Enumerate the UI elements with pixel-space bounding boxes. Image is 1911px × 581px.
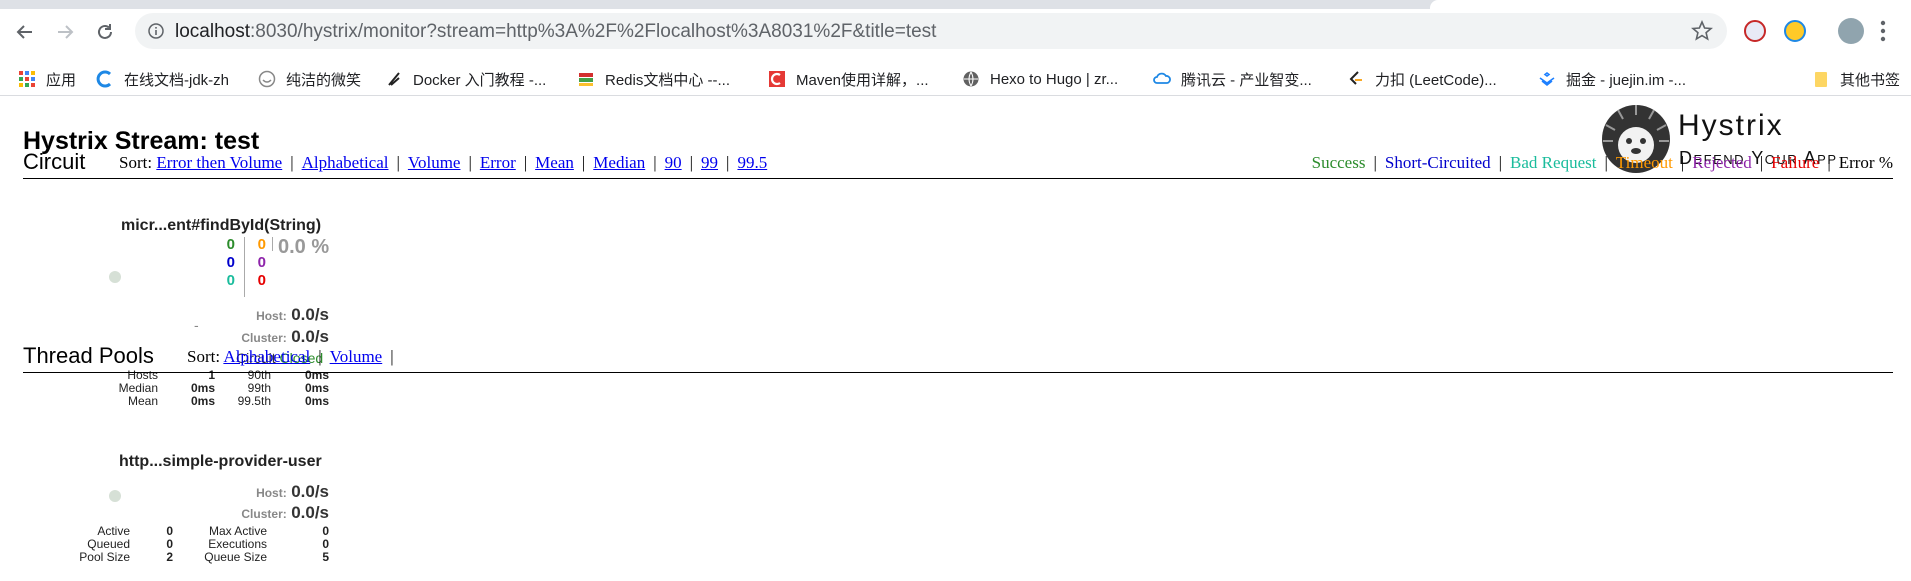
active-tab[interactable] — [1430, 0, 1911, 9]
stat-queue-size-value: 5 — [322, 550, 329, 564]
bookmark-apps[interactable]: 应用 — [18, 62, 76, 96]
stat-pool-size-label: Pool Size — [79, 550, 130, 564]
bookmark-smile[interactable]: 纯洁的微笑 — [258, 62, 361, 96]
cluster-rate: Cluster: 0.0/s — [180, 503, 329, 523]
reload-icon — [98, 24, 112, 39]
bookmark-label: 纯洁的微笑 — [286, 71, 362, 89]
forward-button[interactable] — [49, 16, 81, 48]
sort-volume[interactable]: Volume — [408, 153, 461, 172]
csdn-icon — [769, 71, 785, 87]
bookmark-label: Maven使用详解，... — [796, 71, 929, 89]
bookmark-label: 掘金 - juejin.im -... — [1566, 71, 1687, 89]
browser-toolbar: localhost:8030/hystrix/monitor?stream=ht… — [0, 0, 1911, 62]
extension-translate-icon[interactable] — [1744, 20, 1766, 42]
address-bar[interactable]: localhost:8030/hystrix/monitor?stream=ht… — [135, 13, 1727, 49]
legend-timeout: Timeout — [1615, 153, 1673, 172]
juejin-icon — [1539, 72, 1555, 87]
bookmark-redis[interactable]: Redis文档中心 --... — [577, 62, 730, 96]
bookmarks-bar: 应用 在线文档-jdk-zh 纯洁的微笑 Docker 入门教程 -... Re… — [0, 62, 1911, 96]
apps-grid-icon — [19, 71, 35, 87]
reload-button[interactable] — [89, 16, 121, 48]
brush-icon — [388, 72, 400, 86]
folder-icon — [1815, 72, 1827, 87]
bookmark-label: 腾讯云 - 产业智变... — [1181, 71, 1312, 89]
host-rate-value: 0.0/s — [291, 482, 329, 501]
cluster-rate-value: 0.0/s — [291, 503, 329, 522]
bookmark-docker[interactable]: Docker 入门教程 -... — [385, 62, 546, 96]
thread-pool-monitor: http...simple-provider-user Host: 0.0/s … — [0, 97, 340, 581]
sort-90[interactable]: 90 — [665, 153, 682, 172]
bookmark-star-icon[interactable] — [1691, 20, 1713, 42]
back-button[interactable] — [9, 16, 41, 48]
hystrix-dashboard: Hystrix Stream: test Hystrix Defend Your… — [0, 97, 1911, 581]
logo-title: Hystrix — [1678, 109, 1784, 142]
kebab-menu-icon[interactable] — [1878, 18, 1888, 44]
sort-mean[interactable]: Mean — [535, 153, 574, 172]
sort-error[interactable]: Error — [480, 153, 516, 172]
thread-pool-stats-table: Active 0 Queued 0 Pool Size 2 Max Active… — [0, 523, 340, 568]
profile-avatar[interactable] — [1838, 18, 1864, 44]
bookmark-jdk-docs[interactable]: 在线文档-jdk-zh — [96, 62, 229, 96]
bookmark-label: Redis文档中心 --... — [605, 71, 731, 89]
cluster-rate-label: Cluster: — [241, 507, 287, 521]
bookmark-juejin[interactable]: 掘金 - juejin.im -... — [1538, 62, 1686, 96]
bookmark-label: Docker 入门教程 -... — [413, 71, 547, 89]
health-circle — [109, 490, 121, 502]
stat-queue-size-label: Queue Size — [204, 550, 267, 564]
legend-success: Success — [1311, 153, 1366, 172]
bookmark-tencent-cloud[interactable]: 腾讯云 - 产业智变... — [1153, 62, 1312, 96]
globe-icon — [963, 71, 979, 87]
bookmark-maven[interactable]: Maven使用详解，... — [768, 62, 929, 96]
sort-99[interactable]: 99 — [701, 153, 718, 172]
legend-bad-request: Bad Request — [1510, 153, 1597, 172]
legend-short-circuited: Short-Circuited — [1384, 153, 1491, 172]
tab-strip — [0, 0, 1911, 9]
info-icon[interactable] — [148, 23, 164, 39]
bookmark-other-folder[interactable]: 其他书签 — [1812, 62, 1900, 96]
bookmark-label: 在线文档-jdk-zh — [124, 71, 230, 89]
arrow-right-icon — [58, 25, 74, 39]
thread-pool-name: http...simple-provider-user — [119, 453, 322, 470]
leetcode-icon — [1349, 71, 1362, 85]
bookmark-label: 力扣 (LeetCode)... — [1375, 71, 1497, 89]
host-rate: Host: 0.0/s — [180, 482, 329, 502]
extension-shield-icon[interactable] — [1784, 20, 1806, 42]
circuit-legend: Success | Short-Circuited | Bad Request | Time… — [1311, 153, 1893, 172]
c-logo-icon — [96, 70, 112, 88]
smile-icon — [258, 70, 276, 88]
bookmark-label: 其他书签 — [1840, 71, 1901, 89]
sort-99-5[interactable]: 99.5 — [737, 153, 767, 172]
redis-icon — [579, 73, 593, 86]
legend-error-pct: Error % — [1838, 153, 1893, 172]
bookmark-label: 应用 — [46, 71, 77, 89]
bookmark-leetcode[interactable]: 力扣 (LeetCode)... — [1347, 62, 1497, 96]
legend-rejected: Rejected — [1692, 153, 1752, 172]
arrow-left-icon — [16, 25, 32, 39]
cloud-icon — [1153, 72, 1171, 84]
sort-median[interactable]: Median — [593, 153, 645, 172]
url-text[interactable]: localhost:8030/hystrix/monitor?stream=ht… — [175, 21, 936, 43]
bookmark-hexo[interactable]: Hexo to Hugo | zr... — [962, 62, 1118, 96]
stat-pool-size-value: 2 — [166, 550, 173, 564]
bookmark-label: Hexo to Hugo | zr... — [990, 70, 1119, 88]
legend-failure: Failure — [1771, 153, 1820, 172]
host-rate-label: Host: — [256, 486, 287, 500]
